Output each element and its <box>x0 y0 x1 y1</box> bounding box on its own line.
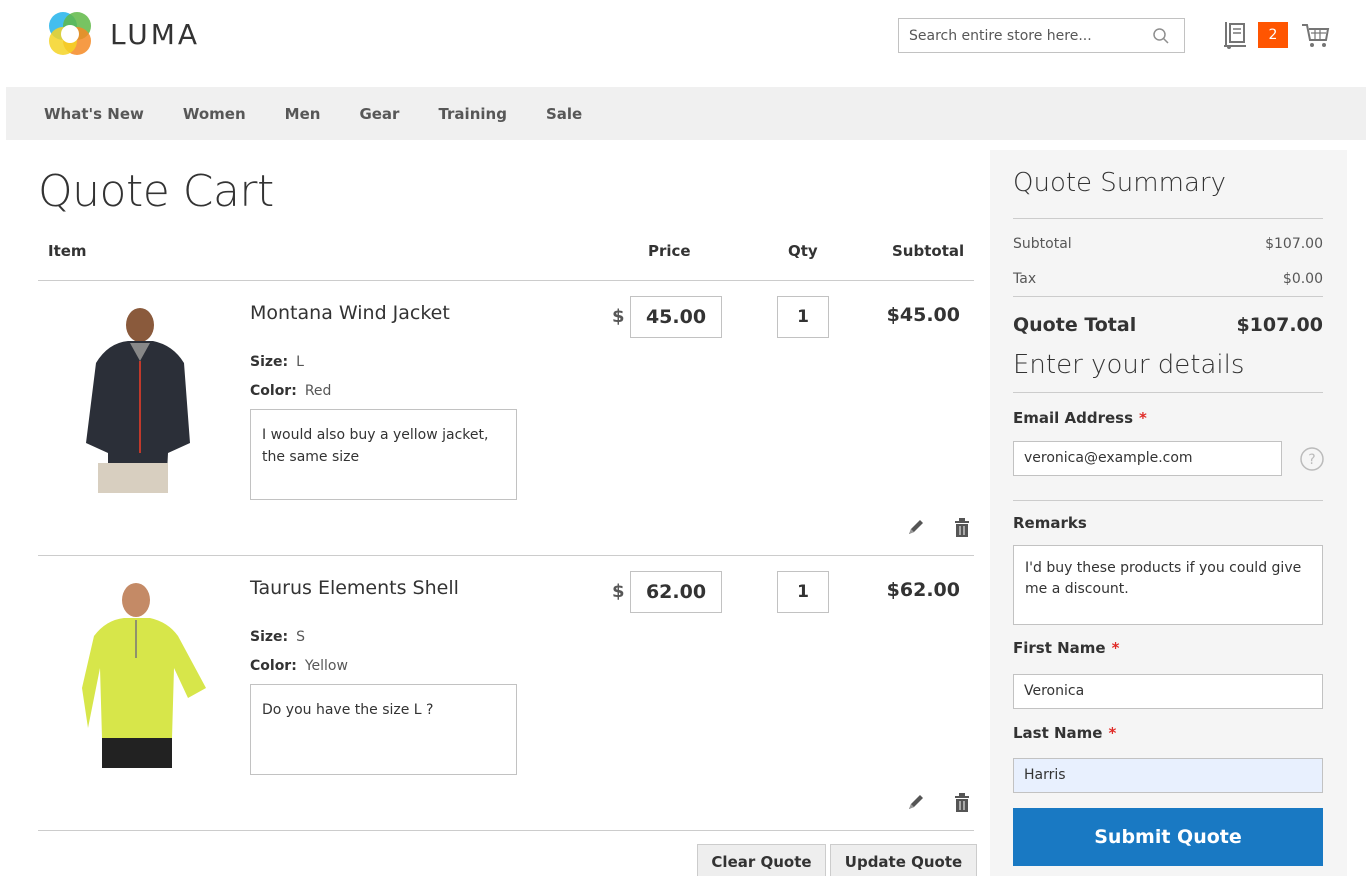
divider <box>1013 218 1323 219</box>
details-title: Enter your details <box>1013 350 1245 380</box>
product-name-link[interactable]: Montana Wind Jacket <box>250 302 450 324</box>
quote-cart-icon[interactable] <box>1222 20 1250 50</box>
color-value: Red <box>304 383 332 399</box>
color-value: Yellow <box>304 658 348 674</box>
nav-item-men[interactable]: Men <box>285 105 321 123</box>
first-name-field[interactable]: Veronica <box>1013 674 1323 709</box>
clear-quote-button[interactable]: Clear Quote <box>697 844 826 876</box>
quote-total-label: Quote Total <box>1013 314 1137 336</box>
item-remark-textarea[interactable]: I would also buy a yellow jacket, the sa… <box>250 409 517 500</box>
tax-label: Tax <box>1013 271 1037 287</box>
size-value: L <box>296 354 304 370</box>
divider <box>38 555 974 556</box>
trash-icon[interactable] <box>952 516 972 538</box>
qty-input[interactable]: 1 <box>777 296 829 338</box>
help-icon[interactable]: ? <box>1299 446 1325 472</box>
nav-item-gear[interactable]: Gear <box>359 105 399 123</box>
nav-item-whats-new[interactable]: What's New <box>44 105 144 123</box>
column-header-item: Item <box>48 242 87 260</box>
column-header-subtotal: Subtotal <box>892 242 965 260</box>
luma-logo-icon <box>44 8 96 60</box>
item-remark-textarea[interactable]: Do you have the size L ? <box>250 684 517 775</box>
nav-item-sale[interactable]: Sale <box>546 105 582 123</box>
submit-quote-button[interactable]: Submit Quote <box>1013 808 1323 866</box>
size-value: S <box>296 629 306 645</box>
search-box[interactable] <box>898 18 1185 53</box>
logo-text: LUMA <box>110 17 201 51</box>
color-label: Color: <box>250 383 297 399</box>
price-input[interactable]: 62.00 <box>630 571 722 613</box>
remarks-textarea[interactable]: I'd buy these products if you could give… <box>1013 545 1323 625</box>
trash-icon[interactable] <box>952 791 972 813</box>
last-name-label: Last Name * <box>1013 724 1117 742</box>
summary-title: Quote Summary <box>1013 168 1226 198</box>
subtotal-row: Subtotal $107.00 <box>1013 236 1323 252</box>
currency-symbol: $ <box>612 306 625 327</box>
quote-total-row: Quote Total $107.00 <box>1013 314 1323 336</box>
first-name-label: First Name * <box>1013 639 1120 657</box>
size-label: Size: <box>250 629 289 645</box>
nav-item-training[interactable]: Training <box>438 105 506 123</box>
price-input[interactable]: 45.00 <box>630 296 722 338</box>
tax-value: $0.00 <box>1282 271 1323 287</box>
tax-row: Tax $0.00 <box>1013 271 1323 287</box>
column-header-qty: Qty <box>788 242 818 260</box>
product-name-link[interactable]: Taurus Elements Shell <box>250 577 459 599</box>
divider <box>1013 296 1323 297</box>
product-size-option: Size: S <box>250 629 305 645</box>
quote-count-badge[interactable]: 2 <box>1258 22 1288 48</box>
column-header-price: Price <box>648 242 691 260</box>
size-label: Size: <box>250 354 289 370</box>
search-input[interactable] <box>899 19 1139 52</box>
qty-input[interactable]: 1 <box>777 571 829 613</box>
search-icon[interactable] <box>1152 27 1170 45</box>
product-image-montana-wind-jacket[interactable] <box>58 303 218 493</box>
divider <box>1013 392 1323 393</box>
quote-total-value: $107.00 <box>1236 314 1323 336</box>
last-name-field[interactable]: Harris <box>1013 758 1323 793</box>
nav-item-women[interactable]: Women <box>183 105 246 123</box>
product-image-taurus-elements-shell[interactable] <box>58 578 218 768</box>
email-label: Email Address * <box>1013 409 1147 427</box>
divider <box>38 830 974 831</box>
luma-logo[interactable]: LUMA <box>44 8 200 60</box>
update-quote-button[interactable]: Update Quote <box>830 844 977 876</box>
remarks-label: Remarks <box>1013 514 1087 532</box>
subtotal-value: $107.00 <box>1265 236 1323 252</box>
product-color-option: Color: Red <box>250 383 331 399</box>
currency-symbol: $ <box>612 581 625 602</box>
edit-icon[interactable] <box>905 791 927 813</box>
row-subtotal: $45.00 <box>886 304 960 326</box>
quote-summary-sidebar: Quote Summary Subtotal $107.00 Tax $0.00… <box>990 150 1347 876</box>
divider <box>38 280 974 281</box>
subtotal-label: Subtotal <box>1013 236 1072 252</box>
divider <box>1013 500 1323 501</box>
color-label: Color: <box>250 658 297 674</box>
row-subtotal: $62.00 <box>886 579 960 601</box>
email-field[interactable]: veronica@example.com <box>1013 441 1282 476</box>
page-title: Quote Cart <box>38 166 274 217</box>
svg-text:?: ? <box>1308 452 1315 468</box>
shopping-cart-icon[interactable] <box>1300 20 1330 50</box>
product-size-option: Size: L <box>250 354 304 370</box>
product-color-option: Color: Yellow <box>250 658 348 674</box>
main-navigation: What's New Women Men Gear Training Sale <box>6 87 1366 140</box>
edit-icon[interactable] <box>905 516 927 538</box>
